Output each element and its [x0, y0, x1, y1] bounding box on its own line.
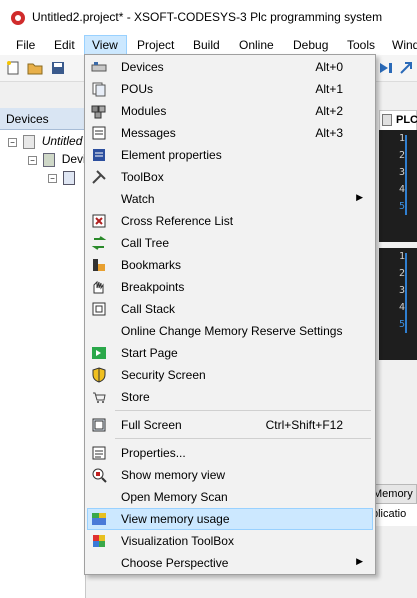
line-number: 3	[398, 285, 405, 296]
plc-logic-icon	[63, 170, 76, 185]
menu-item-devices[interactable]: Devices Alt+0	[87, 56, 373, 78]
line-number: 4	[398, 184, 405, 195]
memory-usage-icon	[92, 513, 106, 525]
submenu-arrow-icon: ▶	[356, 556, 363, 566]
app-logo-icon	[11, 11, 25, 25]
visualization-toolbox-icon	[93, 535, 105, 547]
menu-separator	[115, 410, 371, 411]
menu-build[interactable]: Build	[193, 35, 220, 55]
line-number: 1	[398, 251, 405, 262]
new-file-icon[interactable]	[5, 60, 21, 76]
menu-item-start-page[interactable]: Start Page	[87, 342, 373, 364]
modules-icon	[91, 105, 106, 119]
submenu-arrow-icon: ▶	[356, 192, 363, 202]
menu-item-modules[interactable]: Modules Alt+2	[87, 100, 373, 122]
title-bar: Untitled2.project* - XSOFT-CODESYS-3 Plc…	[0, 0, 417, 35]
memory-view-icon	[92, 468, 107, 483]
menu-item-messages[interactable]: Messages Alt+3	[87, 122, 373, 144]
call-tree-icon	[91, 236, 107, 250]
menu-tools[interactable]: Tools	[347, 35, 375, 55]
pous-icon	[92, 82, 106, 97]
menu-item-choose-perspective[interactable]: Choose Perspective ▶	[87, 552, 373, 574]
menu-item-call-tree[interactable]: Call Tree	[87, 232, 373, 254]
breakpoints-icon	[93, 280, 104, 294]
menu-item-pous[interactable]: POUs Alt+1	[87, 78, 373, 100]
menu-item-view-memory-usage[interactable]: View memory usage	[87, 508, 373, 530]
menu-item-full-screen[interactable]: Full Screen Ctrl+Shift+F12	[87, 414, 373, 436]
menu-separator	[115, 438, 371, 439]
security-icon	[92, 367, 106, 383]
toolbox-icon	[92, 170, 106, 184]
pou-icon	[382, 114, 392, 126]
menu-project[interactable]: Project	[137, 35, 174, 55]
menu-item-open-memory-scan[interactable]: Open Memory Scan	[87, 486, 373, 508]
device-icon	[43, 152, 56, 167]
view-menu-dropdown: Devices Alt+0 POUs Alt+1 Modules Alt+2 M…	[84, 54, 376, 575]
line-number: 5	[398, 319, 405, 330]
editor-tab-label: PLC	[396, 114, 417, 126]
bookmarks-icon	[93, 259, 105, 271]
menu-item-bookmarks[interactable]: Bookmarks	[87, 254, 373, 276]
menu-debug[interactable]: Debug	[293, 35, 328, 55]
menu-file[interactable]: File	[16, 35, 35, 55]
line-number: 5	[398, 201, 405, 212]
full-screen-icon	[92, 418, 106, 432]
menu-item-store[interactable]: Store	[87, 386, 373, 408]
menu-item-security-screen[interactable]: Security Screen	[87, 364, 373, 386]
menu-edit[interactable]: Edit	[54, 35, 75, 55]
project-icon	[23, 134, 36, 149]
tree-item-project[interactable]: − Untitled	[8, 134, 82, 150]
editor-tab[interactable]: PLC	[379, 110, 417, 130]
menu-item-properties[interactable]: Properties...	[87, 442, 373, 464]
line-number: 4	[398, 302, 405, 313]
menu-online[interactable]: Online	[239, 35, 274, 55]
tree-item-project-label: Untitled	[41, 134, 83, 148]
save-icon[interactable]	[50, 60, 66, 76]
menu-item-watch[interactable]: Watch ▶	[87, 188, 373, 210]
toolbar-step-out-icon[interactable]	[398, 60, 414, 76]
window-title: Untitled2.project* - XSOFT-CODESYS-3 Plc…	[32, 10, 383, 24]
properties-icon	[92, 446, 106, 460]
menu-view[interactable]: View	[84, 35, 127, 55]
messages-icon	[92, 126, 106, 140]
start-page-icon	[92, 347, 106, 359]
tree-item-device-label: Devi	[61, 152, 86, 166]
tree-item-plc-logic[interactable]: −	[48, 170, 76, 186]
editor-change-bar-2	[405, 253, 407, 333]
cross-reference-icon	[92, 214, 106, 228]
devices-panel: Devices − Untitled − Devi −	[0, 108, 86, 598]
line-number: 1	[398, 133, 405, 144]
line-number: 3	[398, 167, 405, 178]
menu-item-cross-reference-list[interactable]: Cross Reference List	[87, 210, 373, 232]
menu-item-element-properties[interactable]: Element properties	[87, 144, 373, 166]
devices-icon	[91, 62, 107, 72]
editor-change-bar	[405, 135, 407, 215]
menu-item-toolbox[interactable]: ToolBox	[87, 166, 373, 188]
line-number: 2	[398, 150, 405, 161]
element-properties-icon	[93, 149, 105, 161]
menu-bar: File Edit View Project Build Online Debu…	[0, 35, 417, 55]
toolbar-step-icon[interactable]	[378, 60, 394, 76]
devices-panel-header: Devices	[0, 108, 86, 130]
menu-window[interactable]: Windo	[392, 35, 417, 55]
tree-item-device[interactable]: − Devi	[28, 152, 86, 168]
menu-item-online-change-memory-reserve[interactable]: Online Change Memory Reserve Settings	[87, 320, 373, 342]
application-label: plicatio	[372, 504, 417, 526]
memory-usage-tab[interactable]: Memory Us	[372, 484, 417, 504]
line-number: 2	[398, 268, 405, 279]
call-stack-icon	[92, 302, 106, 316]
menu-item-breakpoints[interactable]: Breakpoints	[87, 276, 373, 298]
open-folder-icon[interactable]	[27, 60, 43, 76]
store-icon	[93, 392, 106, 403]
menu-item-visualization-toolbox[interactable]: Visualization ToolBox	[87, 530, 373, 552]
menu-item-show-memory-view[interactable]: Show memory view	[87, 464, 373, 486]
menu-item-call-stack[interactable]: Call Stack	[87, 298, 373, 320]
